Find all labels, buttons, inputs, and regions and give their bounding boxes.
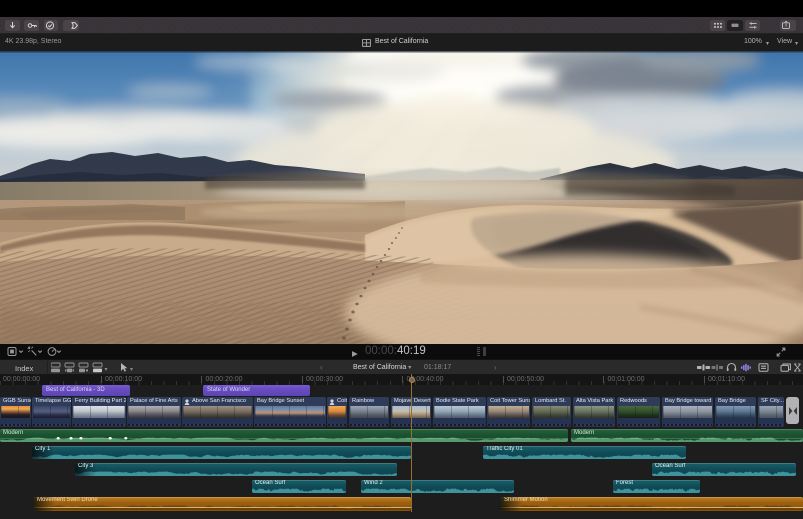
svg-text:▾: ▾ (130, 367, 133, 373)
svg-text:▾: ▾ (105, 367, 108, 373)
